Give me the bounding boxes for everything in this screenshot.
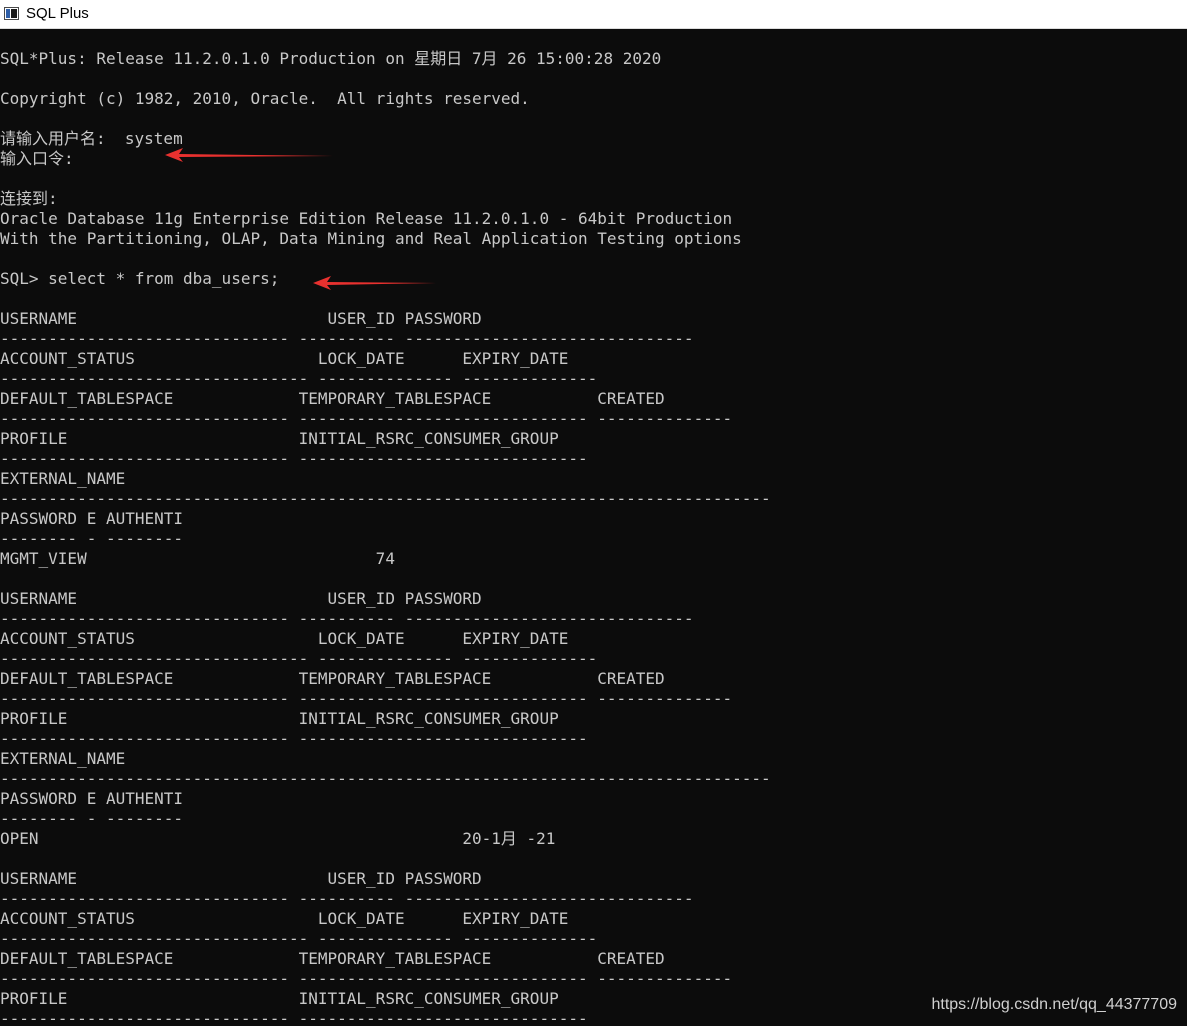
console-line: PASSWORD E AUTHENTI: [0, 789, 184, 808]
console-line: ACCOUNT_STATUS LOCK_DATE EXPIRY_DATE: [0, 629, 569, 648]
console-line: Copyright (c) 1982, 2010, Oracle. All ri…: [0, 89, 530, 108]
console-line: -------- - --------: [0, 809, 184, 828]
sqlplus-console-icon: [4, 7, 19, 20]
console-line: PROFILE INITIAL_RSRC_CONSUMER_GROUP: [0, 429, 559, 448]
console-line: SQL*Plus: Release 11.2.0.1.0 Production …: [0, 49, 662, 68]
console-line: ------------------------------ ---------…: [0, 409, 733, 428]
window-title: SQL Plus: [26, 5, 89, 22]
console-line: EXTERNAL_NAME: [0, 469, 126, 488]
console-line: PROFILE INITIAL_RSRC_CONSUMER_GROUP: [0, 709, 559, 728]
annotation-arrow-username: [165, 148, 335, 162]
console-line: EXTERNAL_NAME: [0, 749, 126, 768]
console-line: ------------------------------ ---------…: [0, 1009, 588, 1026]
console-line: -------------------------------- -------…: [0, 369, 598, 388]
console-line: With the Partitioning, OLAP, Data Mining…: [0, 229, 742, 248]
console-line: PASSWORD E AUTHENTI: [0, 509, 184, 528]
console-line: ------------------------------ ---------…: [0, 449, 588, 468]
console-line: SQL> select * from dba_users;: [0, 269, 280, 288]
annotation-arrow-query-shape: [313, 276, 436, 290]
console-line: DEFAULT_TABLESPACE TEMPORARY_TABLESPACE …: [0, 389, 665, 408]
watermark: https://blog.csdn.net/qq_44377709: [931, 996, 1177, 1013]
annotation-arrow-username-shape: [165, 148, 333, 162]
console-line: USERNAME USER_ID PASSWORD: [0, 869, 482, 888]
console-line: USERNAME USER_ID PASSWORD: [0, 589, 482, 608]
console-line: ------------------------------ ---------…: [0, 329, 694, 348]
console-line: ------------------------------ ---------…: [0, 889, 694, 908]
console-line: ------------------------------ ---------…: [0, 609, 694, 628]
console-line: 连接到:: [0, 189, 58, 208]
console-line: ------------------------------ ---------…: [0, 969, 733, 988]
console-line: ACCOUNT_STATUS LOCK_DATE EXPIRY_DATE: [0, 349, 569, 368]
window-titlebar[interactable]: SQL Plus: [0, 0, 1187, 29]
console-line: OPEN 20-1月 -21: [0, 829, 556, 848]
console-line: MGMT_VIEW 74: [0, 549, 395, 568]
console-line: DEFAULT_TABLESPACE TEMPORARY_TABLESPACE …: [0, 669, 665, 688]
console-line: ------------------------------ ---------…: [0, 689, 733, 708]
console-line: ----------------------------------------…: [0, 769, 771, 788]
console-line: Oracle Database 11g Enterprise Edition R…: [0, 209, 733, 228]
console-line: USERNAME USER_ID PASSWORD: [0, 309, 482, 328]
console-line: ----------------------------------------…: [0, 489, 771, 508]
console-line: ACCOUNT_STATUS LOCK_DATE EXPIRY_DATE: [0, 909, 569, 928]
console-line: 输入口令:: [0, 149, 74, 168]
console-line: -------------------------------- -------…: [0, 929, 598, 948]
console-line: 请输入用户名: system: [0, 129, 183, 148]
annotation-arrow-query: [313, 276, 438, 290]
console-line: -------------------------------- -------…: [0, 649, 598, 668]
console-line: PROFILE INITIAL_RSRC_CONSUMER_GROUP: [0, 989, 559, 1008]
console-line: DEFAULT_TABLESPACE TEMPORARY_TABLESPACE …: [0, 949, 665, 968]
console-line: ------------------------------ ---------…: [0, 729, 588, 748]
console-output[interactable]: SQL*Plus: Release 11.2.0.1.0 Production …: [0, 29, 1187, 1026]
console-line: -------- - --------: [0, 529, 184, 548]
